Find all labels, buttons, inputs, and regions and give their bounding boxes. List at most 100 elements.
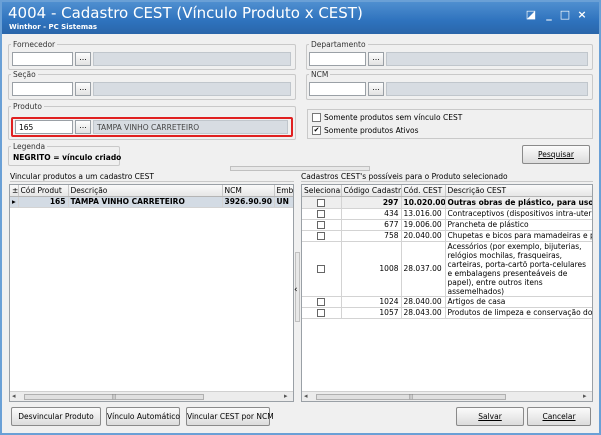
col-selecionar[interactable]: Selecionar	[302, 185, 342, 197]
pesquisar-button[interactable]: Pesquisar	[522, 145, 590, 164]
produto-lookup-button[interactable]: ...	[75, 120, 91, 134]
splitter-handle-top[interactable]	[230, 166, 370, 171]
cell-desc: Produtos de limpeza e conservação domést…	[445, 307, 592, 319]
table-row[interactable]: 1024 28.040.00 Artigos de casa	[302, 296, 592, 308]
cest-grid[interactable]: Selecionar Código Cadastro Cód. CEST Des…	[301, 184, 593, 402]
right-horizontal-scrollbar[interactable]: ◂ ||| ▸	[302, 391, 592, 401]
departamento-desc-field	[386, 52, 588, 66]
select-checkbox[interactable]	[317, 210, 326, 218]
cell-cest: 19.006.00	[401, 219, 446, 231]
scroll-right-icon[interactable]: ▸	[583, 392, 587, 400]
cell-desc: Chupetas e bicos para mamadeiras e para …	[445, 230, 592, 242]
fornecedor-code-input[interactable]	[12, 52, 73, 66]
select-checkbox[interactable]	[317, 265, 326, 273]
left-horizontal-scrollbar[interactable]: ◂ ||| ▸	[10, 391, 293, 401]
departamento-lookup-button[interactable]: ...	[368, 52, 384, 66]
table-row[interactable]: 297 10.020.00 Outras obras de plástico, …	[302, 196, 592, 209]
secao-code-input[interactable]	[12, 82, 73, 96]
restore-icon[interactable]: ◪	[524, 8, 538, 21]
cell-cest: 28.037.00	[401, 241, 446, 297]
legenda-label: Legenda	[13, 142, 46, 151]
col-embal[interactable]: Embal	[274, 185, 293, 197]
scroll-left-icon[interactable]: ◂	[304, 392, 308, 400]
cell-desc: Artigos de casa	[445, 296, 592, 308]
fornecedor-lookup-button[interactable]: ...	[75, 52, 91, 66]
produto-code-input[interactable]: 165	[15, 120, 73, 134]
left-panel-title: Vincular produtos a um cadastro CEST	[10, 172, 294, 182]
cell-cod: 677	[341, 219, 402, 231]
produto-label: Produto	[13, 102, 42, 111]
scroll-thumb[interactable]: |||	[24, 394, 204, 400]
select-checkbox[interactable]	[317, 198, 326, 207]
main-window: 4004 - Cadastro CEST (Vínculo Produto x …	[0, 0, 601, 435]
table-row[interactable]: 758 20.040.00 Chupetas e bicos para mama…	[302, 230, 592, 242]
cell-cest: 20.040.00	[401, 230, 446, 242]
window-subtitle: Winthor - PC Sistemas	[9, 23, 98, 31]
produto-desc-field: TAMPA VINHO CARRETEIRO	[93, 120, 288, 134]
col-ncm[interactable]: NCM	[222, 185, 275, 197]
ncm-lookup-button[interactable]: ...	[368, 82, 384, 96]
cell-desc: Contraceptivos (dispositivos intra-uteri…	[445, 208, 592, 220]
scroll-thumb[interactable]: |||	[316, 394, 506, 400]
secao-label: Seção	[13, 70, 36, 79]
cell-cod: 758	[341, 230, 402, 242]
salvar-button[interactable]: Salvar	[456, 407, 524, 426]
maximize-icon[interactable]: □	[558, 8, 572, 21]
departamento-code-input[interactable]	[309, 52, 366, 66]
departamento-label: Departamento	[311, 40, 366, 49]
scroll-left-icon[interactable]: ◂	[12, 392, 16, 400]
secao-desc-field	[93, 82, 291, 96]
cell-cod: 1057	[341, 307, 402, 319]
sem-vinculo-checkbox[interactable]	[312, 113, 321, 122]
select-checkbox[interactable]	[317, 298, 326, 306]
cell-cod: 1024	[341, 296, 402, 308]
secao-lookup-button[interactable]: ...	[75, 82, 91, 96]
table-row[interactable]: 1057 28.043.00 Produtos de limpeza e con…	[302, 307, 592, 319]
ncm-code-input[interactable]	[309, 82, 366, 96]
select-checkbox[interactable]	[317, 221, 326, 229]
ncm-label: NCM	[311, 70, 329, 79]
select-checkbox[interactable]	[317, 309, 326, 317]
fornecedor-label: Fornecedor	[13, 40, 56, 49]
cell-desc: TAMPA VINHO CARRETEIRO	[68, 196, 223, 208]
ativos-label: Somente produtos Ativos	[324, 126, 419, 135]
close-icon[interactable]: ×	[575, 8, 589, 21]
ativos-checkbox[interactable]: ✔	[312, 126, 321, 135]
produtos-grid[interactable]: ± Cód Produt Descrição NCM Embal ▸ 165 T…	[9, 184, 294, 402]
right-panel-title: Cadastros CEST's possíveis para o Produt…	[301, 172, 593, 182]
cell-cod: 1008	[341, 241, 402, 297]
table-row[interactable]: 677 19.006.00 Prancheta de plástico	[302, 219, 592, 231]
splitter-arrow-icon[interactable]: ‹	[294, 285, 298, 295]
vincular-cest-ncm-button[interactable]: Vincular CEST por NCM	[186, 407, 274, 426]
sem-vinculo-label: Somente produtos sem vínculo CEST	[324, 113, 463, 122]
minimize-icon[interactable]: _	[542, 8, 556, 21]
grid-corner-icon: ±	[10, 185, 19, 197]
table-row[interactable]: 434 13.016.00 Contraceptivos (dispositiv…	[302, 208, 592, 220]
cell-cest: 10.020.00	[401, 196, 446, 209]
col-cod-produto[interactable]: Cód Produt	[18, 185, 69, 197]
desvincular-produto-button[interactable]: Desvincular Produto	[11, 407, 101, 426]
select-checkbox[interactable]	[317, 232, 326, 240]
cell-desc: Outras obras de plástico, para uso na	[445, 196, 592, 209]
legenda-text: NEGRITO = vínculo criado	[13, 153, 122, 162]
row-pointer-icon: ▸	[10, 196, 19, 208]
title-bar: 4004 - Cadastro CEST (Vínculo Produto x …	[2, 2, 599, 34]
cell-cod: 434	[341, 208, 402, 220]
cancelar-button[interactable]: Cancelar	[527, 407, 591, 426]
cell-ncm: 3926.90.90	[222, 196, 275, 208]
scroll-right-icon[interactable]: ▸	[284, 392, 288, 400]
col-codigo-cadastro[interactable]: Código Cadastro	[341, 185, 402, 197]
cell-cod: 165	[18, 196, 69, 208]
col-descricao-cest[interactable]: Descrição CEST	[445, 185, 592, 197]
window-title: 4004 - Cadastro CEST (Vínculo Produto x …	[8, 4, 363, 22]
table-row[interactable]: ▸ 165 TAMPA VINHO CARRETEIRO 3926.90.90 …	[10, 196, 293, 208]
vinculo-automatico-button[interactable]: Vínculo Automático	[106, 407, 180, 426]
cell-desc: Prancheta de plástico	[445, 219, 592, 231]
fornecedor-desc-field	[93, 52, 291, 66]
col-cod-cest[interactable]: Cód. CEST	[401, 185, 446, 197]
col-descricao[interactable]: Descrição	[68, 185, 223, 197]
cell-cest: 28.040.00	[401, 296, 446, 308]
table-row[interactable]: 1008 28.037.00 Acessórios (por exemplo, …	[302, 241, 592, 297]
ncm-desc-field	[386, 82, 588, 96]
cell-cest: 13.016.00	[401, 208, 446, 220]
